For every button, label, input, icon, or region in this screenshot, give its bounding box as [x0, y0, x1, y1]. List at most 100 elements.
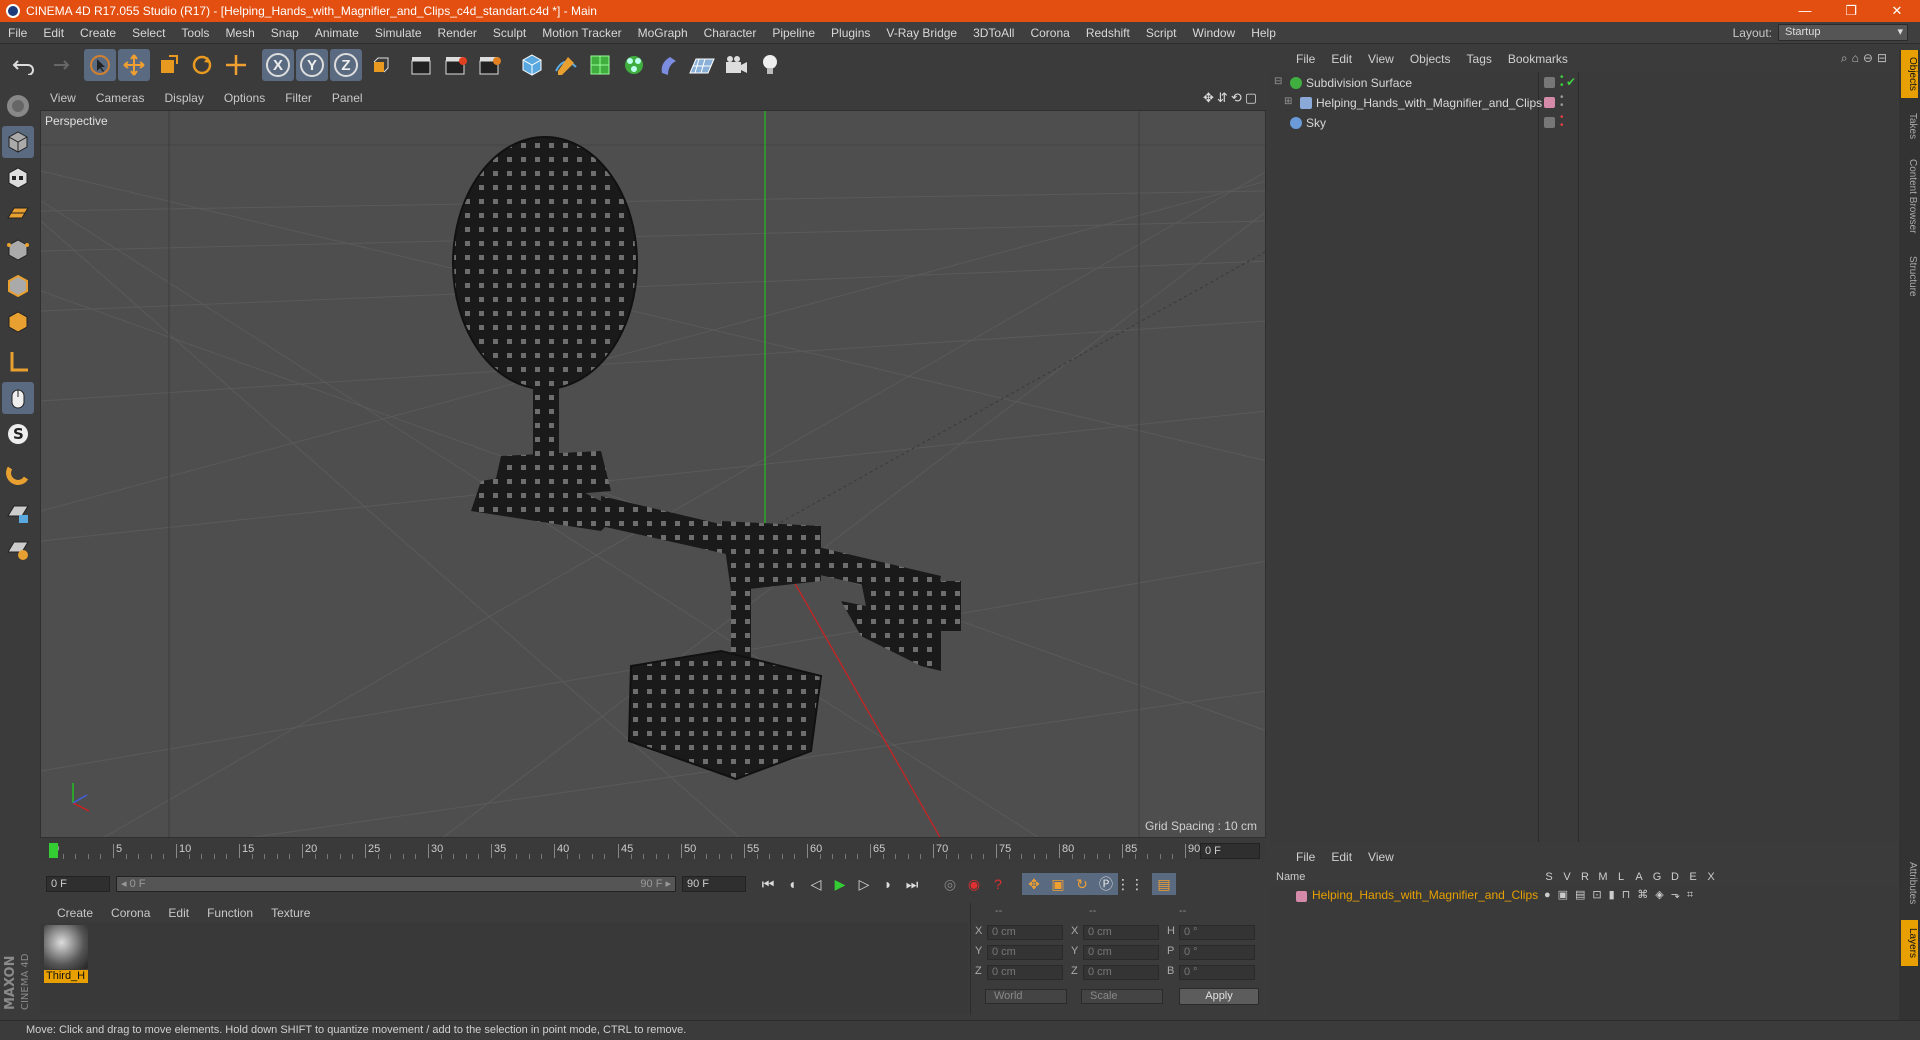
redo-button[interactable]: [42, 49, 74, 81]
perspective-viewport[interactable]: Perspective Grid Spacing : 10 cm: [40, 110, 1266, 838]
menu-vray-bridge[interactable]: V-Ray Bridge: [878, 26, 965, 40]
coordinate-space-select[interactable]: World: [985, 989, 1067, 1004]
material-menu-corona[interactable]: Corona: [102, 906, 159, 920]
size-mode-select[interactable]: Scale: [1081, 989, 1163, 1004]
size-y-field[interactable]: 0 cm: [1083, 945, 1159, 960]
material-menu-function[interactable]: Function: [198, 906, 262, 920]
col-solo[interactable]: S: [1542, 871, 1556, 883]
key-rotation-button[interactable]: ↻: [1070, 873, 1094, 895]
workplane-mode-button[interactable]: [2, 198, 34, 230]
col-render[interactable]: R: [1578, 871, 1592, 883]
next-frame-button[interactable]: ▷: [852, 873, 876, 895]
range-slider[interactable]: ◂ 0 F 90 F ▸: [116, 876, 676, 892]
close-button[interactable]: ✕: [1874, 0, 1920, 22]
lock-workplane-button[interactable]: [2, 498, 34, 530]
material-menu-create[interactable]: Create: [48, 906, 102, 920]
subdivision-button[interactable]: [584, 49, 616, 81]
snap-button[interactable]: S: [2, 418, 34, 450]
menu-file[interactable]: File: [0, 26, 35, 40]
lm-menu-file[interactable]: File: [1288, 850, 1323, 864]
y-axis-lock-button[interactable]: Y: [296, 49, 328, 81]
rot-p-field[interactable]: 0 °: [1179, 945, 1255, 960]
om-search-home-icons[interactable]: ⌕⌂⊖⊟: [1841, 51, 1891, 66]
coordinate-system-button[interactable]: [364, 49, 396, 81]
minimize-button[interactable]: —: [1782, 0, 1828, 22]
x-axis-lock-button[interactable]: X: [262, 49, 294, 81]
go-to-start-button[interactable]: ⏮: [756, 873, 780, 895]
visibility-dots[interactable]: • •: [1560, 73, 1564, 91]
menu-help[interactable]: Help: [1243, 26, 1284, 40]
col-deformers[interactable]: D: [1668, 871, 1682, 883]
menu-animate[interactable]: Animate: [307, 26, 367, 40]
render-settings-button[interactable]: [474, 49, 506, 81]
mograph-cloner-button[interactable]: [618, 49, 650, 81]
light-button[interactable]: [754, 49, 786, 81]
menu-render[interactable]: Render: [430, 26, 485, 40]
restore-button[interactable]: ❐: [1828, 0, 1874, 22]
material-menu-texture[interactable]: Texture: [262, 906, 319, 920]
select-tool-button[interactable]: [84, 49, 116, 81]
playhead-marker[interactable]: [49, 843, 58, 858]
next-key-button[interactable]: ◗: [876, 873, 900, 895]
expand-icon[interactable]: ⊞: [1284, 96, 1292, 107]
om-menu-file[interactable]: File: [1288, 52, 1323, 66]
menu-sculpt[interactable]: Sculpt: [485, 26, 534, 40]
object-row-sky[interactable]: Sky • •: [1270, 113, 1897, 133]
previous-frame-button[interactable]: ◁: [804, 873, 828, 895]
magnet-button[interactable]: [2, 458, 34, 490]
menu-pipeline[interactable]: Pipeline: [764, 26, 823, 40]
z-axis-lock-button[interactable]: Z: [330, 49, 362, 81]
menu-select[interactable]: Select: [124, 26, 173, 40]
move-tool-button[interactable]: [118, 49, 150, 81]
cube-object-button[interactable]: [516, 49, 548, 81]
menu-snap[interactable]: Snap: [263, 26, 307, 40]
scale-tool-button[interactable]: [152, 49, 184, 81]
model-mode-button[interactable]: [2, 126, 34, 158]
menu-corona[interactable]: Corona: [1022, 26, 1077, 40]
rotate-tool-button[interactable]: [186, 49, 218, 81]
size-z-field[interactable]: 0 cm: [1083, 965, 1159, 980]
om-menu-edit[interactable]: Edit: [1323, 52, 1360, 66]
make-editable-button[interactable]: [2, 90, 34, 122]
render-picture-viewer-button[interactable]: [440, 49, 472, 81]
keyframe-selection-button[interactable]: ?: [986, 873, 1010, 895]
collapse-icon[interactable]: ⊟: [1274, 76, 1282, 87]
go-to-end-button[interactable]: ⏭: [900, 873, 924, 895]
key-scale-button[interactable]: ▣: [1046, 873, 1070, 895]
axis-mode-button[interactable]: [2, 346, 34, 378]
menu-3dtoall[interactable]: 3DToAll: [965, 26, 1022, 40]
tab-content-browser[interactable]: Content Browser: [1901, 148, 1918, 244]
layer-row[interactable]: Helping_Hands_with_Magnifier_and_Clips ●…: [1270, 887, 1897, 906]
planar-workplane-button[interactable]: [2, 534, 34, 566]
autokey-button[interactable]: ◉: [962, 873, 986, 895]
material-item[interactable]: Third_H: [42, 923, 90, 985]
live-select-button[interactable]: [220, 49, 252, 81]
tab-attributes[interactable]: Attributes: [1901, 850, 1918, 916]
col-expressions[interactable]: E: [1686, 871, 1700, 883]
undo-button[interactable]: [8, 49, 40, 81]
col-visible[interactable]: V: [1560, 871, 1574, 883]
apply-button[interactable]: Apply: [1179, 988, 1259, 1005]
deformer-button[interactable]: [652, 49, 684, 81]
rot-h-field[interactable]: 0 °: [1179, 925, 1255, 940]
menu-edit[interactable]: Edit: [35, 26, 72, 40]
rot-b-field[interactable]: 0 °: [1179, 965, 1255, 980]
lm-menu-edit[interactable]: Edit: [1323, 850, 1360, 864]
key-parameter-button[interactable]: Ⓟ: [1094, 873, 1118, 895]
timeline-window-button[interactable]: ▤: [1152, 873, 1176, 895]
texture-mode-button[interactable]: [2, 162, 34, 194]
col-manager[interactable]: M: [1596, 871, 1610, 883]
layer-toggle-icons[interactable]: ●▣▤⊡▮⊓⌘◈⬎⌗: [1544, 888, 1700, 902]
om-menu-view[interactable]: View: [1360, 52, 1402, 66]
om-menu-objects[interactable]: Objects: [1402, 52, 1459, 66]
menu-window[interactable]: Window: [1185, 26, 1244, 40]
pos-x-field[interactable]: 0 cm: [987, 925, 1063, 940]
tab-layers[interactable]: Layers: [1901, 920, 1918, 966]
pos-z-field[interactable]: 0 cm: [987, 965, 1063, 980]
points-mode-button[interactable]: [2, 234, 34, 266]
menu-script[interactable]: Script: [1138, 26, 1185, 40]
col-xrefs[interactable]: X: [1704, 871, 1718, 883]
menu-tools[interactable]: Tools: [173, 26, 217, 40]
viewport-menu-view[interactable]: View: [40, 91, 86, 105]
viewport-nav-icons[interactable]: ✥⇵⟲▢: [1203, 90, 1260, 106]
